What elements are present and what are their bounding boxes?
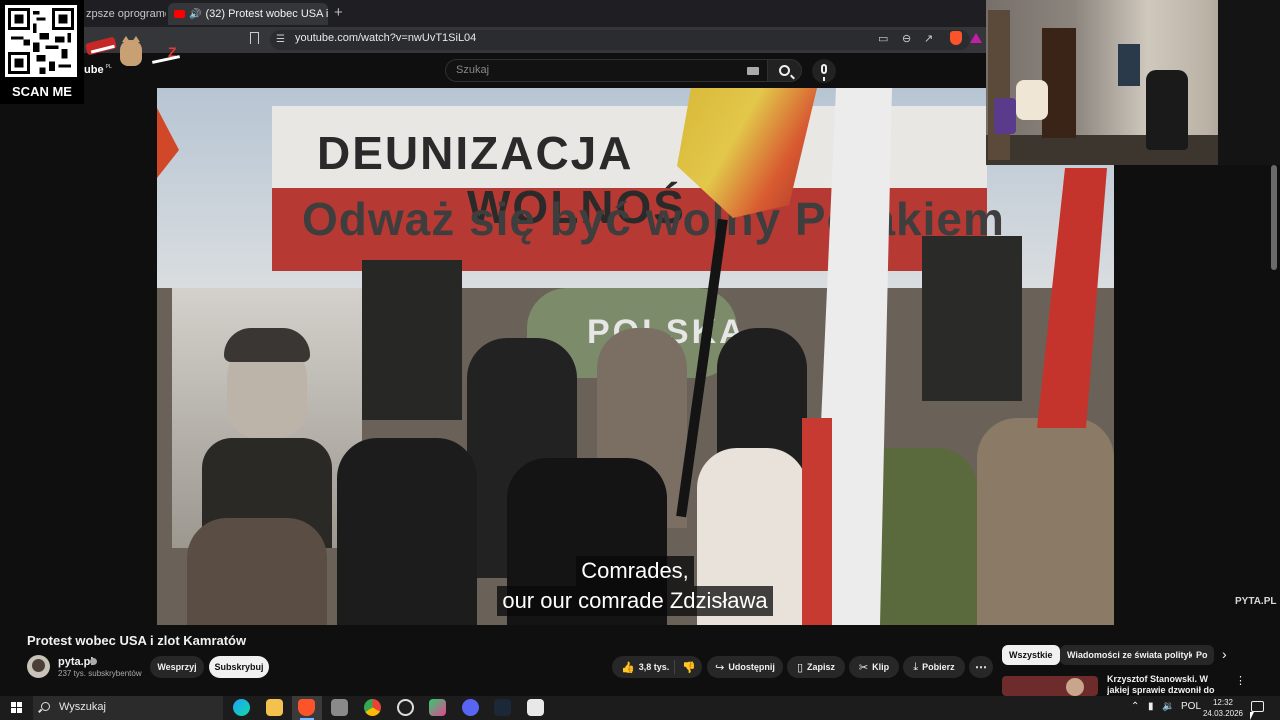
steam-icon[interactable] — [494, 699, 511, 716]
address-bar-row: ☰ youtube.com/watch?v=nwUvT1SiL04 ▭ ⊖ ↗ — [0, 27, 990, 53]
search-button[interactable] — [768, 59, 802, 82]
banner-text-line2: Odważ się być wolny Polakiem — [302, 193, 1005, 245]
brave-shield-icon[interactable] — [950, 31, 962, 45]
search-icon — [41, 702, 50, 711]
channel-name[interactable]: pyta.pl — [58, 656, 93, 668]
download-icon: ⤓ — [913, 660, 919, 673]
speaker-icon[interactable]: 🔊 — [189, 9, 201, 20]
scan-me-label: SCAN ME — [12, 84, 72, 99]
share-button[interactable]: ↪ Udostępnij — [707, 656, 783, 678]
brave-icon[interactable] — [298, 699, 315, 716]
qr-code — [5, 5, 77, 77]
clock-time: 12:32 — [1212, 698, 1234, 707]
tab-label: (32) Protest wobec USA i zlot — [205, 8, 328, 20]
thumbs-down-icon[interactable]: 👎 — [682, 661, 696, 674]
subscriber-count: 237 tys. subskrybentów — [58, 669, 142, 678]
file-explorer-icon[interactable] — [266, 699, 283, 716]
browser-tab-youtube-video[interactable]: 🔊 (32) Protest wobec USA i zlot ✕ — [168, 3, 328, 25]
sticker-icon: Z — [150, 44, 182, 64]
site-settings-icon[interactable]: ☰ — [276, 34, 285, 45]
share-icon: ↪ — [715, 661, 725, 674]
windows-start-icon[interactable] — [11, 702, 22, 713]
search-placeholder: Szukaj — [456, 64, 490, 76]
bookmark-icon[interactable] — [250, 32, 259, 44]
avatar[interactable] — [27, 655, 50, 678]
clock-date: 24.03.2026 — [1202, 709, 1244, 718]
youtube-header: Szukaj — [0, 53, 990, 88]
subscribe-button[interactable]: Subskrybuj — [209, 656, 269, 678]
app-icon[interactable] — [331, 699, 348, 716]
cast-icon[interactable]: ▭ — [878, 32, 888, 45]
subtitle-caption: Comrades, our our comrade Zdzisława — [489, 556, 781, 616]
caption-line: our our comrade Zdzisława — [497, 586, 773, 616]
chip-politics-news[interactable]: Wiadomości ze świata polityki — [1060, 645, 1203, 665]
verified-icon — [90, 658, 97, 665]
zoom-icon[interactable]: ⊖ — [902, 32, 911, 45]
discord-icon[interactable] — [462, 699, 479, 716]
like-count: 3,8 tys. — [638, 662, 670, 672]
taskbar-search-input[interactable]: Wyszukaj — [33, 696, 223, 720]
microphone-icon[interactable]: ▮ — [1148, 701, 1154, 712]
chevron-up-icon[interactable]: ⌃ — [1131, 701, 1139, 712]
save-button[interactable]: ▯ Zapisz — [787, 656, 845, 678]
caption-line: Comrades, — [576, 556, 694, 586]
related-video-title[interactable]: Krzysztof Stanowski. W jakiej sprawie dz… — [1107, 674, 1227, 696]
search-icon — [779, 65, 790, 76]
browser-tab-software[interactable]: zpsze oprogramowa — [80, 3, 166, 25]
app-icon[interactable] — [429, 699, 446, 716]
youtube-logo[interactable]: ube PL — [84, 64, 112, 76]
calculator-icon[interactable] — [527, 699, 544, 716]
taskbar-search-placeholder: Wyszukaj — [59, 701, 106, 713]
voice-search-button[interactable] — [812, 59, 836, 83]
scissors-icon: ✂ — [858, 661, 869, 674]
more-actions-button[interactable]: ⋯ — [969, 656, 993, 678]
video-title: Protest wobec USA i zlot Kamratów — [27, 633, 247, 648]
brave-rewards-icon[interactable] — [970, 33, 982, 43]
chevron-right-icon[interactable]: › — [1222, 646, 1227, 662]
notification-icon[interactable] — [1251, 701, 1264, 712]
taskbar-clock[interactable]: 12:32 24.03.2026 — [1202, 697, 1244, 719]
windows-taskbar: Wyszukaj ⌃ ▮ 🔉 POL 12:32 24.03.2026 — [0, 696, 1280, 720]
share-label: Udostępnij — [728, 662, 775, 672]
new-tab-button[interactable]: + — [334, 4, 343, 21]
video-player[interactable]: DEUNIZACJA WOLNOŚ Odważ się być wolny Po… — [157, 88, 1114, 625]
cat-sticker-icon — [120, 36, 142, 66]
kebab-menu-icon[interactable]: ⋮ — [1235, 674, 1246, 687]
youtube-favicon-icon — [174, 10, 185, 18]
bookmark-icon: ▯ — [796, 661, 804, 674]
edge-icon[interactable] — [233, 699, 250, 716]
download-label: Pobierz — [922, 662, 955, 672]
clip-button[interactable]: ✂ Klip — [849, 656, 899, 678]
thumbs-up-icon: 👍 — [621, 661, 635, 674]
tab-label: zpsze oprogramowa — [86, 8, 166, 20]
channel-watermark[interactable]: PYTA.PL — [1235, 596, 1276, 607]
keyboard-icon[interactable] — [747, 67, 759, 75]
browser-tab-strip: zpsze oprogramowa 🔊 (32) Protest wobec U… — [0, 0, 990, 27]
download-button[interactable]: ⤓ Pobierz — [903, 656, 965, 678]
chip-all[interactable]: Wszystkie — [1002, 645, 1060, 665]
related-video-thumbnail[interactable] — [1002, 676, 1098, 696]
like-button[interactable]: 👍 3,8 tys. 👎 — [612, 656, 702, 678]
screen: zpsze oprogramowa 🔊 (32) Protest wobec U… — [0, 0, 1280, 720]
webcam-overlay — [986, 0, 1280, 165]
language-indicator[interactable]: POL — [1181, 701, 1201, 712]
support-button[interactable]: Wesprzyj — [150, 656, 204, 678]
chip-partial[interactable]: Po — [1192, 645, 1214, 665]
search-input[interactable]: Szukaj — [445, 59, 768, 82]
url-text[interactable]: youtube.com/watch?v=nwUvT1SiL04 — [295, 32, 476, 44]
share-icon[interactable]: ↗ — [924, 32, 933, 45]
volume-icon[interactable]: 🔉 — [1162, 701, 1174, 712]
app-icon[interactable] — [397, 699, 414, 716]
microphone-icon — [821, 64, 827, 81]
mouse-cursor-icon — [1250, 712, 1254, 720]
qr-overlay: SCAN ME — [0, 0, 84, 104]
save-label: Zapisz — [807, 662, 836, 672]
scrollbar[interactable] — [1271, 165, 1277, 270]
clip-label: Klip — [872, 662, 890, 672]
chrome-icon[interactable] — [364, 699, 381, 716]
